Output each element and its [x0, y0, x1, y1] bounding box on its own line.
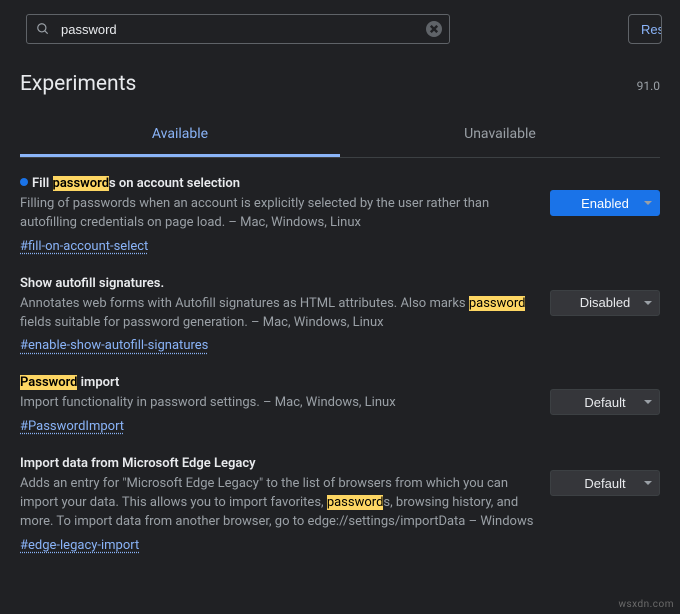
experiment-description: Import functionality in password setting…: [20, 394, 536, 413]
experiment-hash-link[interactable]: #enable-show-autofill-signatures: [20, 338, 208, 353]
experiment-state-select[interactable]: Default: [550, 470, 660, 496]
experiments-list: Fill passwords on account selection Fill…: [0, 158, 680, 557]
search-icon: [36, 22, 50, 36]
search-box: [26, 14, 450, 44]
experiment-state-select[interactable]: Disabled: [550, 290, 660, 316]
experiment-hash-link[interactable]: #edge-legacy-import: [20, 538, 139, 553]
tab-available[interactable]: Available: [20, 114, 340, 157]
search-highlight: Password: [20, 375, 77, 390]
experiment-state-select[interactable]: Enabled: [550, 190, 660, 216]
watermark: wsxdn.com: [618, 599, 674, 610]
page-title: Experiments: [20, 72, 136, 96]
modified-indicator-icon: [20, 178, 28, 186]
experiment-title: Fill passwords on account selection: [20, 176, 536, 191]
version-label: 91.0: [637, 79, 660, 93]
reset-all-button[interactable]: Reset all: [628, 14, 662, 44]
experiment-row: Password import Import functionality in …: [20, 357, 660, 438]
tab-unavailable[interactable]: Unavailable: [340, 114, 660, 157]
experiment-description: Annotates web forms with Autofill signat…: [20, 295, 536, 333]
experiment-state-select[interactable]: Default: [550, 389, 660, 415]
experiment-hash-link[interactable]: #fill-on-account-select: [20, 239, 148, 254]
experiment-title: Password import: [20, 375, 536, 390]
experiment-row: Fill passwords on account selection Fill…: [20, 158, 660, 258]
search-highlight: password: [53, 176, 110, 191]
experiment-hash-link[interactable]: #PasswordImport: [20, 419, 124, 434]
experiment-row: Import data from Microsoft Edge Legacy A…: [20, 438, 660, 557]
clear-search-button[interactable]: [426, 21, 442, 37]
experiment-row: Show autofill signatures. Annotates web …: [20, 258, 660, 358]
tabs: Available Unavailable: [20, 114, 660, 158]
search-highlight: password: [469, 296, 526, 311]
close-icon: [430, 25, 438, 33]
experiment-description: Adds an entry for "Microsoft Edge Legacy…: [20, 475, 536, 532]
experiment-title: Import data from Microsoft Edge Legacy: [20, 456, 536, 471]
experiment-description: Filling of passwords when an account is …: [20, 195, 536, 233]
experiment-title: Show autofill signatures.: [20, 276, 536, 291]
search-input[interactable]: [26, 14, 450, 44]
search-highlight: password: [327, 495, 384, 510]
